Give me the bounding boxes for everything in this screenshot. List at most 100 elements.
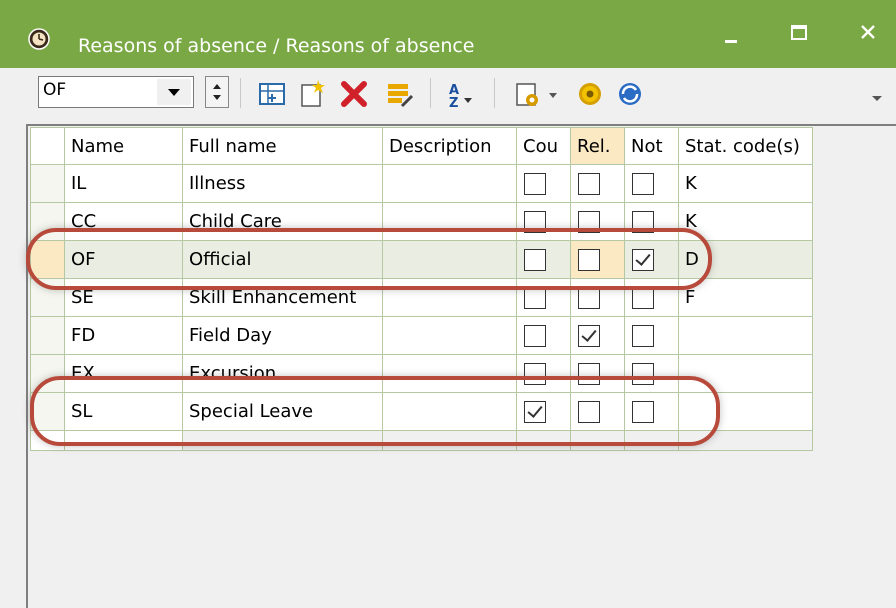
row-indicator[interactable] — [30, 240, 65, 279]
col-header-not[interactable]: Not — [624, 127, 679, 165]
settings-button[interactable] — [572, 76, 608, 112]
cell-name[interactable]: SL — [64, 392, 183, 431]
cell-relevant-checkbox[interactable] — [578, 248, 600, 271]
cell-name[interactable]: OF — [64, 240, 183, 279]
cell-description[interactable] — [382, 278, 517, 317]
toolbar-overflow-icon[interactable] — [872, 96, 882, 101]
col-header-name[interactable]: Name — [64, 127, 183, 165]
cell-full-name[interactable]: Illness — [182, 164, 383, 203]
new-table-button[interactable] — [254, 76, 290, 112]
new-record-cell[interactable] — [64, 430, 183, 451]
cell-relevant-checkbox[interactable] — [578, 400, 600, 423]
cell-full-name[interactable]: Child Care — [182, 202, 383, 241]
cell-count-checkbox-cell — [516, 164, 571, 203]
cell-count-checkbox[interactable] — [524, 172, 546, 195]
row-indicator[interactable] — [30, 392, 65, 431]
row-indicator[interactable] — [30, 202, 65, 241]
close-button[interactable] — [846, 14, 886, 46]
empty-cell — [570, 430, 625, 451]
cell-relevant-checkbox-cell — [570, 316, 625, 355]
cell-stat-codes[interactable]: K — [678, 164, 813, 203]
table-row[interactable]: SL Special Leave — [30, 392, 813, 431]
col-header-full-name[interactable]: Full name — [182, 127, 383, 165]
cell-stat-codes[interactable] — [678, 392, 813, 431]
cell-not-checkbox-cell — [624, 278, 679, 317]
row-indicator[interactable] — [30, 316, 65, 355]
maximize-button[interactable] — [778, 14, 818, 46]
cell-description[interactable] — [382, 316, 517, 355]
cell-full-name[interactable]: Official — [182, 240, 383, 279]
cell-name[interactable]: FD — [64, 316, 183, 355]
cell-full-name[interactable]: Excursion — [182, 354, 383, 393]
cell-relevant-checkbox[interactable] — [578, 362, 600, 385]
cell-not-checkbox[interactable] — [632, 248, 654, 271]
table-row[interactable]: FD Field Day — [30, 316, 813, 355]
new-record-row[interactable] — [30, 430, 813, 451]
cell-relevant-checkbox[interactable] — [578, 286, 600, 309]
sort-button[interactable]: A Z — [442, 76, 478, 112]
cell-description[interactable] — [382, 354, 517, 393]
table-row[interactable]: CC Child Care K — [30, 202, 813, 241]
edit-button[interactable] — [382, 76, 418, 112]
cell-name[interactable]: CC — [64, 202, 183, 241]
col-header-count[interactable]: Cou — [516, 127, 571, 165]
cell-stat-codes[interactable]: D — [678, 240, 813, 279]
table-row[interactable]: IL Illness K — [30, 164, 813, 203]
cell-count-checkbox[interactable] — [524, 286, 546, 309]
cell-count-checkbox[interactable] — [524, 248, 546, 271]
new-record-button[interactable] — [294, 76, 330, 112]
cell-description[interactable] — [382, 164, 517, 203]
print-button[interactable] — [510, 76, 546, 112]
cell-count-checkbox[interactable] — [524, 362, 546, 385]
record-combo[interactable]: OF — [38, 76, 194, 108]
cell-not-checkbox[interactable] — [632, 172, 654, 195]
cell-count-checkbox[interactable] — [524, 210, 546, 233]
cell-relevant-checkbox[interactable] — [578, 324, 600, 347]
table-row[interactable]: OF Official D — [30, 240, 813, 279]
cell-full-name[interactable]: Special Leave — [182, 392, 383, 431]
row-indicator[interactable] — [30, 354, 65, 393]
cell-relevant-checkbox[interactable] — [578, 210, 600, 233]
cell-count-checkbox-cell — [516, 392, 571, 431]
cell-description[interactable] — [382, 202, 517, 241]
cell-relevant-checkbox-cell — [570, 354, 625, 393]
chevron-down-icon — [549, 93, 557, 98]
cell-stat-codes[interactable] — [678, 354, 813, 393]
cell-stat-codes[interactable] — [678, 316, 813, 355]
table-row[interactable]: SE Skill Enhancement F — [30, 278, 813, 317]
cell-count-checkbox[interactable] — [524, 324, 546, 347]
row-indicator[interactable] — [30, 164, 65, 203]
cell-stat-codes[interactable]: F — [678, 278, 813, 317]
col-header-stat-codes[interactable]: Stat. code(s) — [678, 127, 813, 165]
combo-dropdown-button[interactable] — [157, 79, 191, 105]
cell-stat-codes[interactable]: K — [678, 202, 813, 241]
col-header-relevant[interactable]: Rel. — [570, 127, 625, 165]
sort-icon: A Z — [449, 83, 472, 111]
cell-not-checkbox[interactable] — [632, 324, 654, 347]
gear-icon — [579, 83, 601, 105]
delete-button[interactable] — [336, 76, 372, 112]
row-indicator[interactable] — [30, 278, 65, 317]
cell-full-name[interactable]: Skill Enhancement — [182, 278, 383, 317]
cell-relevant-checkbox[interactable] — [578, 172, 600, 195]
cell-not-checkbox[interactable] — [632, 286, 654, 309]
cell-name[interactable]: IL — [64, 164, 183, 203]
cell-count-checkbox-cell — [516, 202, 571, 241]
cell-not-checkbox[interactable] — [632, 400, 654, 423]
refresh-button[interactable] — [612, 76, 648, 112]
col-header-description[interactable]: Description — [382, 127, 517, 165]
cell-description[interactable] — [382, 240, 517, 279]
empty-cell — [516, 430, 571, 451]
cell-count-checkbox[interactable] — [524, 400, 546, 423]
cell-not-checkbox[interactable] — [632, 210, 654, 233]
cell-not-checkbox[interactable] — [632, 362, 654, 385]
cell-count-checkbox-cell — [516, 316, 571, 355]
grid-icon — [259, 83, 285, 105]
table-row[interactable]: EX Excursion — [30, 354, 813, 393]
cell-name[interactable]: EX — [64, 354, 183, 393]
cell-name[interactable]: SE — [64, 278, 183, 317]
cell-description[interactable] — [382, 392, 517, 431]
minimize-button[interactable] — [712, 14, 752, 46]
spinner-control[interactable] — [205, 76, 229, 108]
cell-full-name[interactable]: Field Day — [182, 316, 383, 355]
